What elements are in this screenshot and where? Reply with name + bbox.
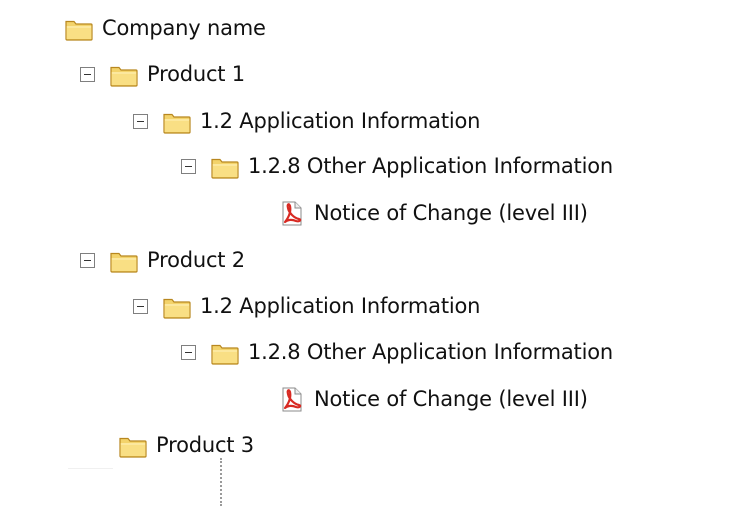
tree-item-label: Product 3 [156,433,254,457]
tree-item-company[interactable]: Company name [64,11,266,45]
tree-item-application-information[interactable]: 1.2 Application Information [133,289,480,323]
folder-icon [118,432,148,459]
tree-item-product-1[interactable]: Product 1 [80,57,245,91]
folder-icon [162,108,192,135]
tree-item-label: 1.2 Application Information [200,109,481,133]
continuation-dots [220,458,226,506]
pdf-icon [276,200,306,227]
divider [68,468,113,469]
collapse-toggle[interactable] [181,344,196,360]
folder-icon [210,339,240,366]
tree-item-label: Company name [102,16,266,40]
tree-item-label: 1.2.8 Other Application Information [248,340,613,364]
pdf-icon [276,386,306,413]
folder-icon [162,293,192,320]
collapse-toggle[interactable] [181,158,196,174]
tree-item-label: Notice of Change (level III) [314,387,588,411]
folder-icon [210,153,240,180]
tree-item-other-application-information[interactable]: 1.2.8 Other Application Information [181,335,613,369]
tree-item-other-application-information[interactable]: 1.2.8 Other Application Information [181,149,613,183]
tree-item-product-3[interactable]: Product 3 [118,428,254,462]
collapse-toggle[interactable] [80,252,95,268]
tree-item-label: 1.2 Application Information [200,294,481,318]
tree-item-label: Product 1 [147,62,245,86]
folder-icon [109,61,139,88]
tree-item-application-information[interactable]: 1.2 Application Information [133,104,480,138]
tree-item-notice-of-change[interactable]: Notice of Change (level III) [276,196,588,230]
folder-tree: Company name Product 1 1.2 Application I… [0,0,743,506]
folder-icon [64,15,94,42]
collapse-toggle[interactable] [80,66,95,82]
tree-item-label: 1.2.8 Other Application Information [248,154,613,178]
folder-icon [109,247,139,274]
collapse-toggle[interactable] [133,298,148,314]
tree-item-label: Product 2 [147,248,245,272]
tree-item-product-2[interactable]: Product 2 [80,243,245,277]
tree-item-label: Notice of Change (level III) [314,201,588,225]
collapse-toggle[interactable] [133,113,148,129]
tree-item-notice-of-change[interactable]: Notice of Change (level III) [276,382,588,416]
